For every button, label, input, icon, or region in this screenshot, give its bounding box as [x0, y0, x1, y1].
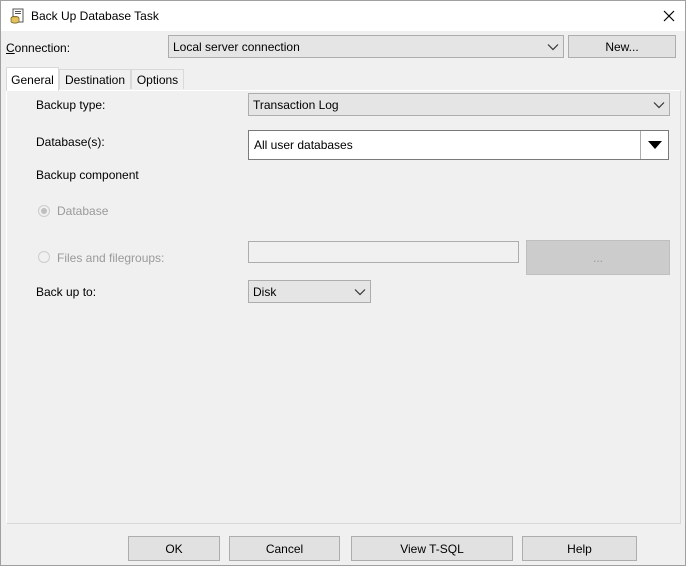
- triangle-down-icon: [647, 141, 662, 149]
- chevron-down-icon: [354, 288, 366, 295]
- tab-general[interactable]: General: [6, 67, 59, 91]
- window-title: Back Up Database Task: [31, 9, 159, 23]
- new-connection-button[interactable]: New...: [568, 35, 676, 58]
- backup-component-label: Backup component: [36, 168, 139, 182]
- new-connection-label: New...: [605, 39, 639, 54]
- databases-dropdown-button[interactable]: [640, 131, 668, 159]
- connection-value: Local server connection: [173, 39, 300, 54]
- cancel-button[interactable]: Cancel: [229, 536, 340, 561]
- close-icon: [663, 10, 675, 22]
- backup-type-value: Transaction Log: [253, 97, 339, 112]
- connection-label-rest: onnection:: [14, 41, 71, 55]
- help-button-label: Help: [567, 541, 592, 556]
- close-button[interactable]: [653, 1, 685, 31]
- files-filegroups-label: Files and filegroups:: [57, 251, 165, 265]
- title-bar: Back Up Database Task: [1, 1, 685, 31]
- connection-select[interactable]: Local server connection: [168, 35, 564, 58]
- backup-database-task-dialog: Back Up Database Task Connection: Local …: [0, 0, 686, 566]
- databases-select[interactable]: All user databases: [248, 130, 669, 160]
- connection-label: Connection:: [6, 41, 71, 55]
- backup-type-select[interactable]: Transaction Log: [248, 93, 670, 116]
- back-up-to-label: Back up to:: [36, 285, 97, 299]
- ok-button[interactable]: OK: [128, 536, 220, 561]
- tab-destination[interactable]: Destination: [59, 69, 131, 89]
- tab-destination-label: Destination: [64, 72, 126, 87]
- radio-selected-dot: [41, 208, 47, 214]
- database-radio[interactable]: [38, 205, 50, 217]
- backup-type-label: Backup type:: [36, 98, 106, 112]
- databases-value: All user databases: [254, 138, 353, 152]
- back-up-to-value: Disk: [253, 284, 277, 299]
- back-up-to-select[interactable]: Disk: [248, 280, 371, 303]
- help-button[interactable]: Help: [522, 536, 637, 561]
- browse-files-label: ...: [592, 250, 603, 265]
- browse-files-button[interactable]: ...: [526, 240, 670, 275]
- databases-label: Database(s):: [36, 135, 105, 149]
- tab-general-label: General: [11, 72, 54, 87]
- view-tsql-button[interactable]: View T-SQL: [351, 536, 513, 561]
- tab-options-label: Options: [136, 72, 179, 87]
- chevron-down-icon: [653, 101, 665, 108]
- chevron-down-icon: [547, 43, 559, 50]
- cancel-button-label: Cancel: [265, 541, 304, 556]
- general-tab-panel: Backup type: Transaction Log Database(s)…: [6, 90, 681, 524]
- files-filegroups-input[interactable]: [248, 241, 519, 263]
- view-tsql-button-label: View T-SQL: [400, 541, 464, 556]
- files-filegroups-radio[interactable]: [38, 251, 50, 263]
- database-radio-label: Database: [57, 204, 109, 218]
- ok-button-label: OK: [165, 541, 183, 556]
- database-task-icon: [10, 8, 26, 24]
- tab-options[interactable]: Options: [131, 69, 184, 89]
